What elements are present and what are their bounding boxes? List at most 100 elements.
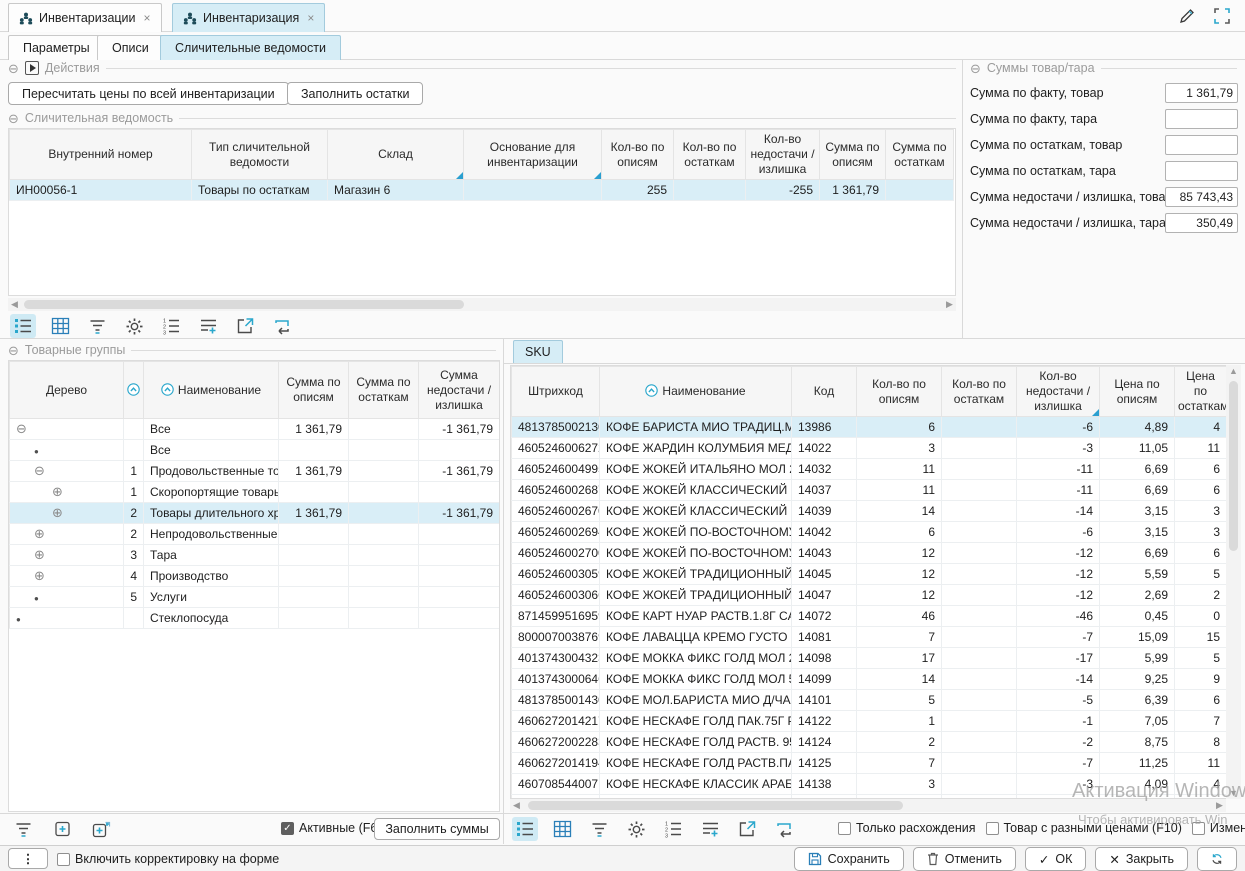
code-cell[interactable]: 14101: [792, 690, 857, 711]
qty_rem-cell[interactable]: [942, 459, 1017, 480]
table-row[interactable]: ● Все: [10, 440, 500, 461]
qty_desc-cell[interactable]: 255: [602, 180, 674, 201]
table-row[interactable]: 4605246002687КОФЕ ЖОКЕЙ КЛАССИЧЕСКИЙ МО.…: [512, 480, 1227, 501]
qty_desc-cell[interactable]: 12: [857, 564, 942, 585]
barcode-cell[interactable]: 4013743000646: [512, 669, 600, 690]
name-cell[interactable]: КОФЕ ЖАРДИН КОЛУМБИЯ МЕДЕЛ.: [600, 438, 792, 459]
tree-cell[interactable]: ●: [10, 587, 124, 608]
price_desc-cell[interactable]: 6,69: [1100, 480, 1175, 501]
qty_diff-cell[interactable]: -3: [1017, 438, 1100, 459]
table-row[interactable]: ⊖Все1 361,79-1 361,79: [10, 419, 500, 440]
col-qty-rem[interactable]: Кол-во по остаткам: [674, 130, 746, 180]
qty_rem-cell[interactable]: [942, 585, 1017, 606]
table-row[interactable]: ⊕1Скоропортящие товары: [10, 482, 500, 503]
tree-cell[interactable]: ⊕: [10, 524, 124, 545]
table-row[interactable]: 4605246004995КОФЕ ЖОКЕЙ ИТАЛЬЯНО МОЛ 250…: [512, 459, 1227, 480]
table-row[interactable]: 4605246003066КОФЕ ЖОКЕЙ ТРАДИЦИОННЫЙ МО1…: [512, 585, 1227, 606]
price_rem-cell[interactable]: 11: [1175, 753, 1227, 774]
scroll-right-icon[interactable]: ▶: [1213, 800, 1226, 811]
price_rem-cell[interactable]: 6: [1175, 690, 1227, 711]
number-cell[interactable]: ИН00056-1: [10, 180, 192, 201]
settings-gear-icon[interactable]: [121, 314, 147, 338]
code-cell[interactable]: 14042: [792, 522, 857, 543]
table-row[interactable]: 4605246002700КОФЕ ЖОКЕЙ ПО-ВОСТОЧНОМУ М1…: [512, 543, 1227, 564]
price_rem-cell[interactable]: 8: [1175, 732, 1227, 753]
barcode-cell[interactable]: 8714599516959: [512, 606, 600, 627]
price_desc-cell[interactable]: 15,09: [1100, 627, 1175, 648]
sum_rem-cell[interactable]: [349, 566, 419, 587]
qty_diff-cell[interactable]: -1: [1017, 711, 1100, 732]
qty_desc-cell[interactable]: 11: [857, 480, 942, 501]
qty_diff-cell[interactable]: -12: [1017, 543, 1100, 564]
sum_desc-cell[interactable]: [279, 440, 349, 461]
enable-adjustment-checkbox[interactable]: Включить корректировку на форме: [57, 852, 279, 866]
code-cell[interactable]: 14037: [792, 480, 857, 501]
qty_rem-cell[interactable]: [942, 627, 1017, 648]
barcode-cell[interactable]: 4607085440071: [512, 774, 600, 795]
qty_diff-cell[interactable]: -46: [1017, 606, 1100, 627]
price_desc-cell[interactable]: 3,15: [1100, 522, 1175, 543]
code-cell[interactable]: 14045: [792, 564, 857, 585]
barcode-cell[interactable]: 4605246002670: [512, 501, 600, 522]
sum_rem-cell[interactable]: [886, 180, 954, 201]
qty_desc-cell[interactable]: 14: [857, 669, 942, 690]
price_rem-cell[interactable]: 2: [1175, 585, 1227, 606]
sum_diff-cell[interactable]: [419, 482, 500, 503]
sum_diff-cell[interactable]: -1 361,79: [419, 461, 500, 482]
qty_desc-cell[interactable]: 1: [857, 711, 942, 732]
sum_desc-cell[interactable]: [279, 608, 349, 629]
table-row[interactable]: 8000070038769КОФЕ ЛАВАЦЦА КРЕМО ГУСТО МО…: [512, 627, 1227, 648]
col-price-rem[interactable]: Цена по остаткам: [1175, 367, 1227, 417]
name-cell[interactable]: Все: [144, 440, 279, 461]
tree-cell[interactable]: ⊖: [10, 461, 124, 482]
code-cell[interactable]: 14125: [792, 753, 857, 774]
add-boxes-icon[interactable]: [88, 817, 114, 841]
qty_desc-cell[interactable]: 12: [857, 543, 942, 564]
table-row[interactable]: ИН00056-1Товары по остаткамМагазин 6255-…: [10, 180, 954, 201]
table-row[interactable]: ●Стеклопосуда: [10, 608, 500, 629]
collapse-icon[interactable]: ⊖: [8, 344, 19, 357]
table-row[interactable]: 4605246003059КОФЕ ЖОКЕЙ ТРАДИЦИОННЫЙ МО1…: [512, 564, 1227, 585]
sku-hscrollbar[interactable]: ◀ ▶: [510, 799, 1226, 812]
warehouse-cell[interactable]: Магазин 6: [328, 180, 464, 201]
qty_desc-cell[interactable]: 7: [857, 753, 942, 774]
active-filter-checkbox[interactable]: ✓ Активные (F6): [281, 821, 382, 835]
qty_rem-cell[interactable]: [942, 732, 1017, 753]
qty_diff-cell[interactable]: -12: [1017, 585, 1100, 606]
sum_desc-cell[interactable]: 1 361,79: [279, 461, 349, 482]
price_desc-cell[interactable]: 6,69: [1100, 543, 1175, 564]
doc-tab-inventories[interactable]: Инвентаризации ×: [8, 3, 162, 32]
code-cell[interactable]: [124, 608, 144, 629]
totals-field-input[interactable]: [1165, 109, 1238, 129]
scroll-left-icon[interactable]: ◀: [8, 299, 21, 310]
tab-close-icon[interactable]: ×: [307, 11, 314, 25]
table-row[interactable]: 4605246006272КОФЕ ЖАРДИН КОЛУМБИЯ МЕДЕЛ.…: [512, 438, 1227, 459]
sum_rem-cell[interactable]: [349, 440, 419, 461]
expand-node-icon[interactable]: ⊕: [52, 484, 63, 499]
qty_desc-cell[interactable]: 3: [857, 438, 942, 459]
barcode-cell[interactable]: 4013743004323: [512, 648, 600, 669]
col-sort[interactable]: [124, 362, 144, 419]
qty_rem-cell[interactable]: [942, 522, 1017, 543]
name-cell[interactable]: КОФЕ НЕСКАФЕ КЛАССИК АРАБИКА: [600, 774, 792, 795]
collapse-icon[interactable]: ⊖: [970, 62, 981, 75]
sum_diff-cell[interactable]: [419, 566, 500, 587]
filter-checkbox[interactable]: Товар с разными ценами (F10): [986, 821, 1182, 835]
sum_diff-cell[interactable]: -1 361,79: [419, 503, 500, 524]
barcode-cell[interactable]: 4606272002283: [512, 732, 600, 753]
fullscreen-icon[interactable]: [1213, 7, 1231, 25]
tree-cell[interactable]: ●: [10, 440, 124, 461]
name-cell[interactable]: КОФЕ ЖОКЕЙ КЛАССИЧЕСКИЙ МО.: [600, 480, 792, 501]
cancel-button[interactable]: Отменить: [913, 847, 1016, 871]
barcode-cell[interactable]: 4605246004995: [512, 459, 600, 480]
code-cell[interactable]: 4: [124, 566, 144, 587]
table-row[interactable]: ⊖1Продовольственные товары1 361,79-1 361…: [10, 461, 500, 482]
name-cell[interactable]: КОФЕ МОККА ФИКС ГОЛД МОЛ 500: [600, 669, 792, 690]
qty_diff-cell[interactable]: -7: [1017, 627, 1100, 648]
sum_rem-cell[interactable]: [349, 482, 419, 503]
sum_desc-cell[interactable]: [279, 545, 349, 566]
pencil-icon[interactable]: [1177, 6, 1197, 26]
totals-field-input[interactable]: 350,49: [1165, 213, 1238, 233]
sum_rem-cell[interactable]: [349, 461, 419, 482]
tree-cell[interactable]: ⊕: [10, 503, 124, 524]
